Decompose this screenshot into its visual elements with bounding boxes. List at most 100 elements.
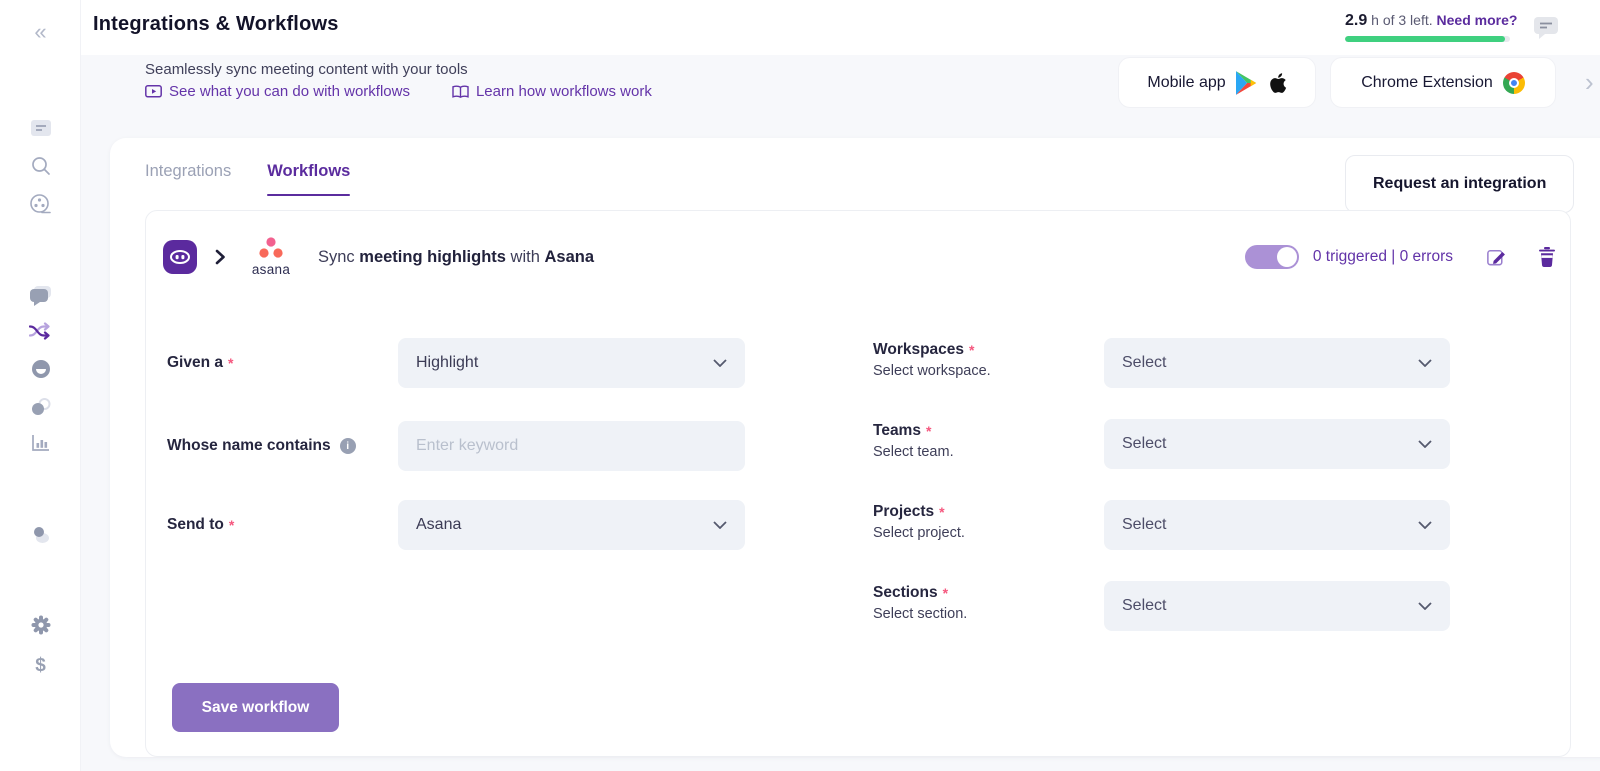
workflow-title-subject: meeting highlights [359,248,506,266]
sidebar-item-notebook[interactable] [0,111,81,145]
tabs: Integrations Workflows [145,162,350,196]
workflow-title-target: Asana [544,248,594,266]
sidebar-item-settings[interactable] [0,608,81,642]
trash-icon [1538,246,1556,268]
circles-icon [30,397,52,417]
intro-subtitle: Seamlessly sync meeting content with you… [145,61,468,78]
save-workflow-button[interactable]: Save workflow [172,683,339,732]
page-title: Integrations & Workflows [93,13,339,36]
sidebar-item-workflows[interactable] [0,314,81,348]
sections-select[interactable]: Select [1104,581,1450,631]
chat-icon [30,285,52,306]
see-workflows-label: See what you can do with workflows [169,83,410,100]
usage-meter: 2.9 h of 3 left. Need more? [1345,12,1510,42]
sidebar-collapse-button[interactable]: « [0,15,81,49]
learn-workflows-link[interactable]: Learn how workflows work [452,83,652,100]
mobile-app-button[interactable]: Mobile app [1118,57,1316,108]
form-row-teams: Teams * Select team. Select [146,419,1570,469]
video-library-icon [29,193,53,215]
required-asterisk: * [943,585,948,601]
feedback-button[interactable] [1533,15,1559,45]
notebook-icon [30,119,52,138]
workspaces-select[interactable]: Select [1104,338,1450,388]
person-icon [30,524,52,545]
sidebar-item-topics[interactable] [0,390,81,424]
projects-value: Select [1122,516,1166,534]
sections-hint: Select section. [873,606,967,622]
chevron-down-icon [1418,602,1432,610]
usage-hours: 2.9 [1345,12,1367,29]
teams-select[interactable]: Select [1104,419,1450,469]
workflow-title-with: with [511,248,540,266]
sidebar-item-billing[interactable]: $ [0,649,81,683]
asana-wordmark: asana [246,262,296,277]
teams-hint: Select team. [873,444,954,460]
workflow-container: asana Sync meeting highlights with Asana… [145,210,1571,757]
form-row-sections: Sections * Select section. Select [146,581,1570,631]
carousel-next-button[interactable]: › [1585,67,1594,98]
sidebar-item-search[interactable] [0,149,81,183]
topbar: Integrations & Workflows 2.9 h of 3 left… [0,0,1600,55]
teams-label: Teams * Select team. [873,422,954,460]
integrations-card: Integrations Workflows Request an integr… [110,138,1600,757]
workspaces-hint: Select workspace. [873,363,991,379]
book-icon [452,85,469,99]
usage-text: h of 3 left. [1371,12,1432,28]
toggle-knob [1277,247,1297,267]
required-asterisk: * [969,342,974,358]
required-asterisk: * [926,423,931,439]
asana-logo: asana [246,237,296,277]
screen-play-icon [145,85,162,99]
chevron-down-icon [1418,440,1432,448]
workflow-status: 0 triggered | 0 errors [1313,248,1453,266]
main-content: Seamlessly sync meeting content with you… [81,55,1600,771]
sidebar: « [0,0,81,771]
projects-label: Projects * Select project. [873,503,965,541]
sidebar-item-analytics[interactable] [0,426,81,460]
chevron-right-icon [210,246,230,268]
usage-progress-fill [1345,36,1505,42]
workflow-title: Sync meeting highlights with Asana [318,248,594,267]
search-icon [31,156,51,176]
edit-workflow-button[interactable] [1485,246,1508,269]
need-more-link[interactable]: Need more? [1437,12,1518,28]
sidebar-item-chat[interactable] [0,278,81,312]
form-row-workspaces: Workspaces * Select workspace. Select [146,338,1570,388]
intro-links: See what you can do with workflows Learn… [145,83,652,100]
sidebar-item-video-library[interactable] [0,187,81,221]
chrome-extension-button[interactable]: Chrome Extension [1330,57,1556,108]
tab-integrations[interactable]: Integrations [145,162,231,196]
chevron-down-icon [1418,359,1432,367]
see-workflows-link[interactable]: See what you can do with workflows [145,83,410,100]
workspaces-value: Select [1122,354,1166,372]
projects-select[interactable]: Select [1104,500,1450,550]
usage-progress-track [1345,36,1510,42]
feedback-bubble-icon [1533,15,1559,40]
projects-hint: Select project. [873,525,965,541]
gear-icon [30,614,52,636]
sidebar-item-sentiment[interactable] [0,352,81,386]
sidebar-item-team[interactable] [0,517,81,551]
asana-dots-icon [251,237,291,259]
teams-value: Select [1122,435,1166,453]
form-row-projects: Projects * Select project. Select [146,500,1570,550]
fireflies-bot-icon [163,240,197,274]
workflow-title-sync: Sync [318,248,355,266]
workflow-enabled-toggle[interactable] [1245,245,1299,269]
tab-workflows[interactable]: Workflows [267,162,350,196]
chrome-extension-label: Chrome Extension [1361,74,1493,92]
request-integration-button[interactable]: Request an integration [1345,155,1574,213]
shuffle-icon [29,322,53,340]
learn-workflows-label: Learn how workflows work [476,83,652,100]
apple-icon [1268,72,1287,94]
sections-label: Sections * Select section. [873,584,967,622]
google-play-icon [1236,71,1258,95]
edit-pencil-icon [1485,246,1508,269]
workspaces-label: Workspaces * Select workspace. [873,341,991,379]
sections-value: Select [1122,597,1166,615]
bar-chart-icon [31,433,51,453]
delete-workflow-button[interactable] [1538,246,1556,268]
workflow-actions: 0 triggered | 0 errors [1245,245,1556,269]
required-asterisk: * [939,504,944,520]
workflow-expand-chevron[interactable] [210,246,230,268]
